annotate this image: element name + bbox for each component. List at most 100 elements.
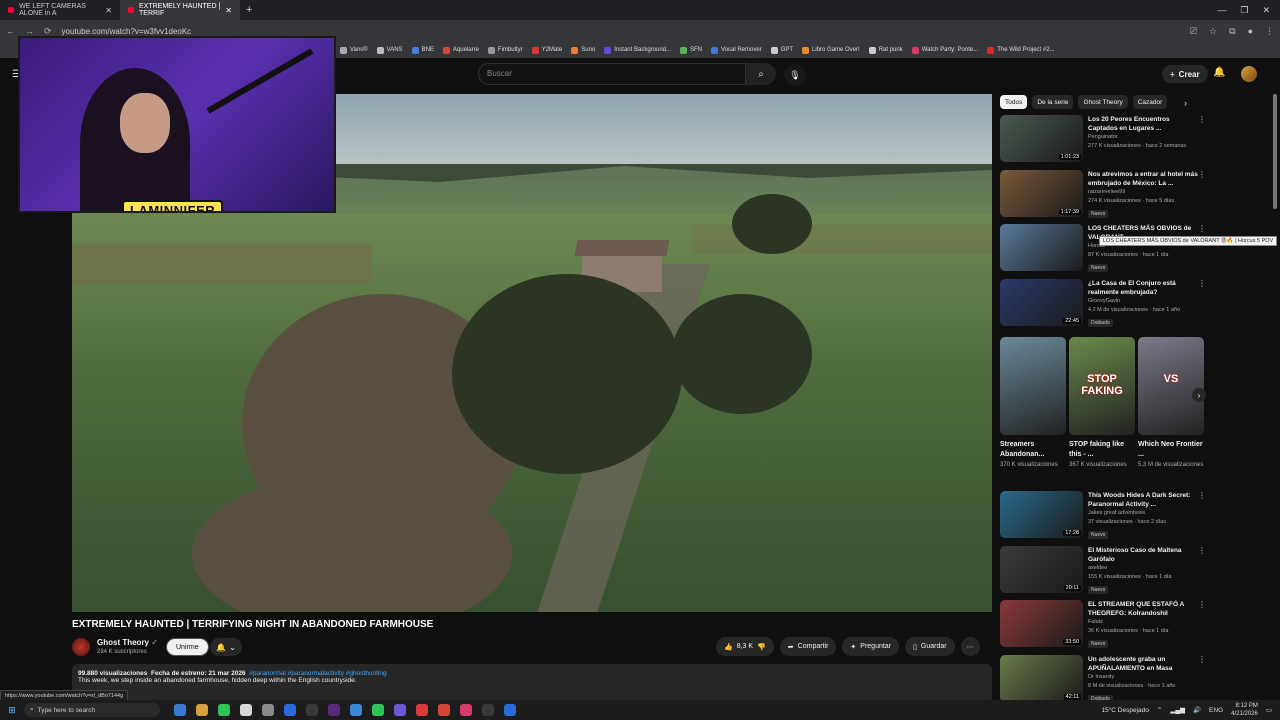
url-field[interactable]: youtube.com/watch?v=w3fvv1deoKc [62, 27, 192, 36]
more-vertical-icon[interactable]: ⋮ [1198, 224, 1206, 233]
search-button[interactable]: ⌕ [746, 63, 776, 85]
recommendation-item[interactable]: 42:11 Un adolescente graba un APUÑALAMIEN… [1000, 654, 1206, 703]
bookmark-item[interactable]: The Wild Project #2... [987, 46, 1055, 54]
create-button[interactable]: + Crear [1162, 65, 1208, 83]
recommendation-channel[interactable]: Dr Insanity [1088, 673, 1198, 682]
short-item[interactable]: VS Which Neo Frontier ... 5,3 M de visuali… [1138, 337, 1204, 470]
shorts-next-button[interactable]: › [1192, 388, 1206, 402]
recommendation-item[interactable]: LOS CHEATERS MÁS OBVIOS de VALORANTHorcu… [1000, 224, 1206, 272]
bookmark-item[interactable]: Vans® [340, 46, 368, 54]
bookmark-item[interactable]: Rat punk [868, 46, 903, 54]
cast-icon[interactable]: ⎚ [1190, 26, 1197, 37]
filter-chip[interactable]: Cazador [1132, 95, 1168, 109]
ask-button[interactable]: ✦ Preguntar [842, 637, 900, 656]
recommendation-title[interactable]: Nos atrevimos a entrar al hotel más embr… [1088, 170, 1198, 188]
minimize-icon[interactable]: — [1217, 5, 1226, 16]
bookmark-item[interactable]: SFN [680, 46, 702, 54]
language-indicator[interactable]: ENG [1209, 707, 1223, 714]
windows-start-icon[interactable]: ⊞ [0, 705, 24, 716]
tray-chevron-icon[interactable]: ⌃ [1157, 706, 1162, 714]
like-button[interactable]: 👍 8,3 K 👎 [716, 637, 774, 656]
bookmark-item[interactable]: GPT [770, 46, 793, 54]
network-icon[interactable]: ▂▄▆ [1170, 706, 1185, 714]
chevron-right-icon[interactable]: › [1184, 98, 1187, 108]
subscription-bell-button[interactable]: 🔔 ⌄ [210, 638, 242, 656]
video-thumbnail[interactable]: 22:45 [1000, 278, 1083, 326]
join-button[interactable]: Unirme [166, 638, 209, 656]
bookmark-item[interactable]: Watch Party: Ponte... [911, 46, 978, 54]
taskbar-app-icon[interactable] [284, 704, 296, 716]
video-thumbnail[interactable]: 1:01:23 [1000, 115, 1083, 162]
bookmark-item[interactable]: Y2Mate [531, 46, 562, 54]
maximize-icon[interactable]: ❐ [1240, 5, 1248, 16]
video-thumbnail[interactable]: 17:28 [1000, 491, 1083, 538]
close-icon[interactable]: ✕ [225, 6, 232, 15]
more-actions-button[interactable]: ⋯ [960, 637, 980, 656]
more-vertical-icon[interactable]: ⋮ [1198, 546, 1206, 555]
taskbar-app-icon[interactable] [218, 704, 230, 716]
more-vertical-icon[interactable]: ⋮ [1198, 170, 1206, 179]
recommendation-channel[interactable]: Fulutz [1088, 618, 1198, 627]
taskbar-search-input[interactable]: ⌕ Type here to search [24, 703, 160, 717]
thumbs-down-icon[interactable]: 👎 [757, 643, 766, 651]
volume-icon[interactable]: 🔊 [1193, 706, 1201, 714]
short-thumbnail[interactable] [1000, 337, 1066, 435]
more-vertical-icon[interactable]: ⋮ [1198, 115, 1206, 124]
browser-tab[interactable]: WE LEFT CAMERAS ALONE in A ✕ [0, 0, 120, 20]
more-vertical-icon[interactable]: ⋮ [1198, 655, 1206, 664]
scrollbar[interactable] [1273, 94, 1277, 209]
recommendation-channel[interactable]: Penguinator [1088, 133, 1198, 142]
bookmark-item[interactable]: VANS [376, 46, 403, 54]
bookmark-item[interactable]: Vocal Remover [711, 46, 762, 54]
save-button[interactable]: ▯ Guardar [905, 637, 955, 656]
more-vertical-icon[interactable]: ⋮ [1198, 600, 1206, 609]
recommendation-title[interactable]: Los 20 Peores Encuentros Captados en Lug… [1088, 115, 1198, 133]
video-thumbnail[interactable]: 33:50 [1000, 600, 1083, 647]
recommendation-item[interactable]: 20:11 El Misterioso Caso de Maltena Garóf… [1000, 545, 1206, 594]
recommendation-item[interactable]: 1:17:39 Nos atrevimos a entrar al hotel m… [1000, 169, 1206, 218]
account-avatar[interactable] [1241, 66, 1257, 82]
notifications-bell-icon[interactable]: 🔔 [1213, 67, 1225, 78]
share-button[interactable]: ➦ Compartir [779, 637, 837, 656]
recommendation-title[interactable]: ¿La Casa de El Conjuro está realmente em… [1088, 279, 1198, 297]
channel-avatar[interactable] [72, 638, 90, 656]
close-icon[interactable]: ✕ [105, 6, 112, 15]
voice-search-button[interactable]: 🎙 [784, 64, 806, 86]
recommendation-item[interactable]: 22:45 ¿La Casa de El Conjuro está realmen… [1000, 278, 1206, 327]
recommendation-channel[interactable]: Jakes great adventures [1088, 509, 1198, 518]
recommendation-item[interactable]: 1:01:23 Los 20 Peores Encuentros Captados… [1000, 115, 1206, 162]
search-input[interactable]: Buscar [478, 63, 746, 85]
close-window-icon[interactable]: ✕ [1262, 5, 1270, 16]
video-thumbnail[interactable] [1000, 224, 1083, 271]
taskbar-app-icon[interactable] [416, 704, 428, 716]
recommendation-title[interactable]: This Woods Hides A Dark Secret: Paranorm… [1088, 491, 1198, 509]
bookmark-item[interactable]: Suno [571, 46, 595, 54]
recommendation-item[interactable]: 17:28 This Woods Hides A Dark Secret: Par… [1000, 491, 1206, 539]
more-vertical-icon[interactable]: ⋮ [1198, 279, 1206, 288]
video-thumbnail[interactable]: 20:11 [1000, 545, 1083, 593]
reload-icon[interactable]: ⟳ [44, 26, 52, 37]
profile-icon[interactable]: ● [1248, 26, 1253, 37]
description-box[interactable]: 99.880 visualizaciones Fecha de estreno:… [72, 664, 992, 704]
back-icon[interactable]: ← [6, 26, 15, 36]
channel-name[interactable]: Ghost Theory ✓ [97, 638, 158, 647]
video-thumbnail[interactable]: 1:17:39 [1000, 169, 1083, 217]
taskbar-app-icon[interactable] [482, 704, 494, 716]
browser-tab-active[interactable]: EXTREMELY HAUNTED | TERRIF ✕ [120, 0, 240, 20]
clock[interactable]: 8:12 PM 4/21/2026 [1231, 702, 1258, 718]
recommendation-title[interactable]: El Misterioso Caso de Maltena Garófalo [1088, 546, 1198, 564]
recommendation-channel[interactable]: GroovyGavin [1088, 297, 1198, 306]
recommendation-title[interactable]: EL STREAMER QUE ESTAFÓ A THEGREFG: Kolra… [1088, 600, 1198, 618]
taskbar-app-icon[interactable] [174, 704, 186, 716]
taskbar-app-icon[interactable] [460, 704, 472, 716]
bookmark-item[interactable]: Aquelarre [442, 46, 479, 54]
taskbar-app-icon[interactable] [328, 704, 340, 716]
extensions-icon[interactable]: ⧉ [1229, 26, 1235, 37]
short-thumbnail[interactable]: VS [1138, 337, 1204, 435]
filter-chip[interactable]: De la serie [1032, 95, 1074, 109]
more-vertical-icon[interactable]: ⋮ [1198, 491, 1206, 500]
bookmark-item[interactable]: Libro Game Over! [802, 46, 860, 54]
menu-dots-icon[interactable]: ⋮ [1265, 26, 1274, 37]
short-item[interactable]: Streamers Abandonan... 370 K visualizacio… [1000, 337, 1066, 470]
short-title[interactable]: Streamers Abandonan... [1000, 440, 1066, 460]
